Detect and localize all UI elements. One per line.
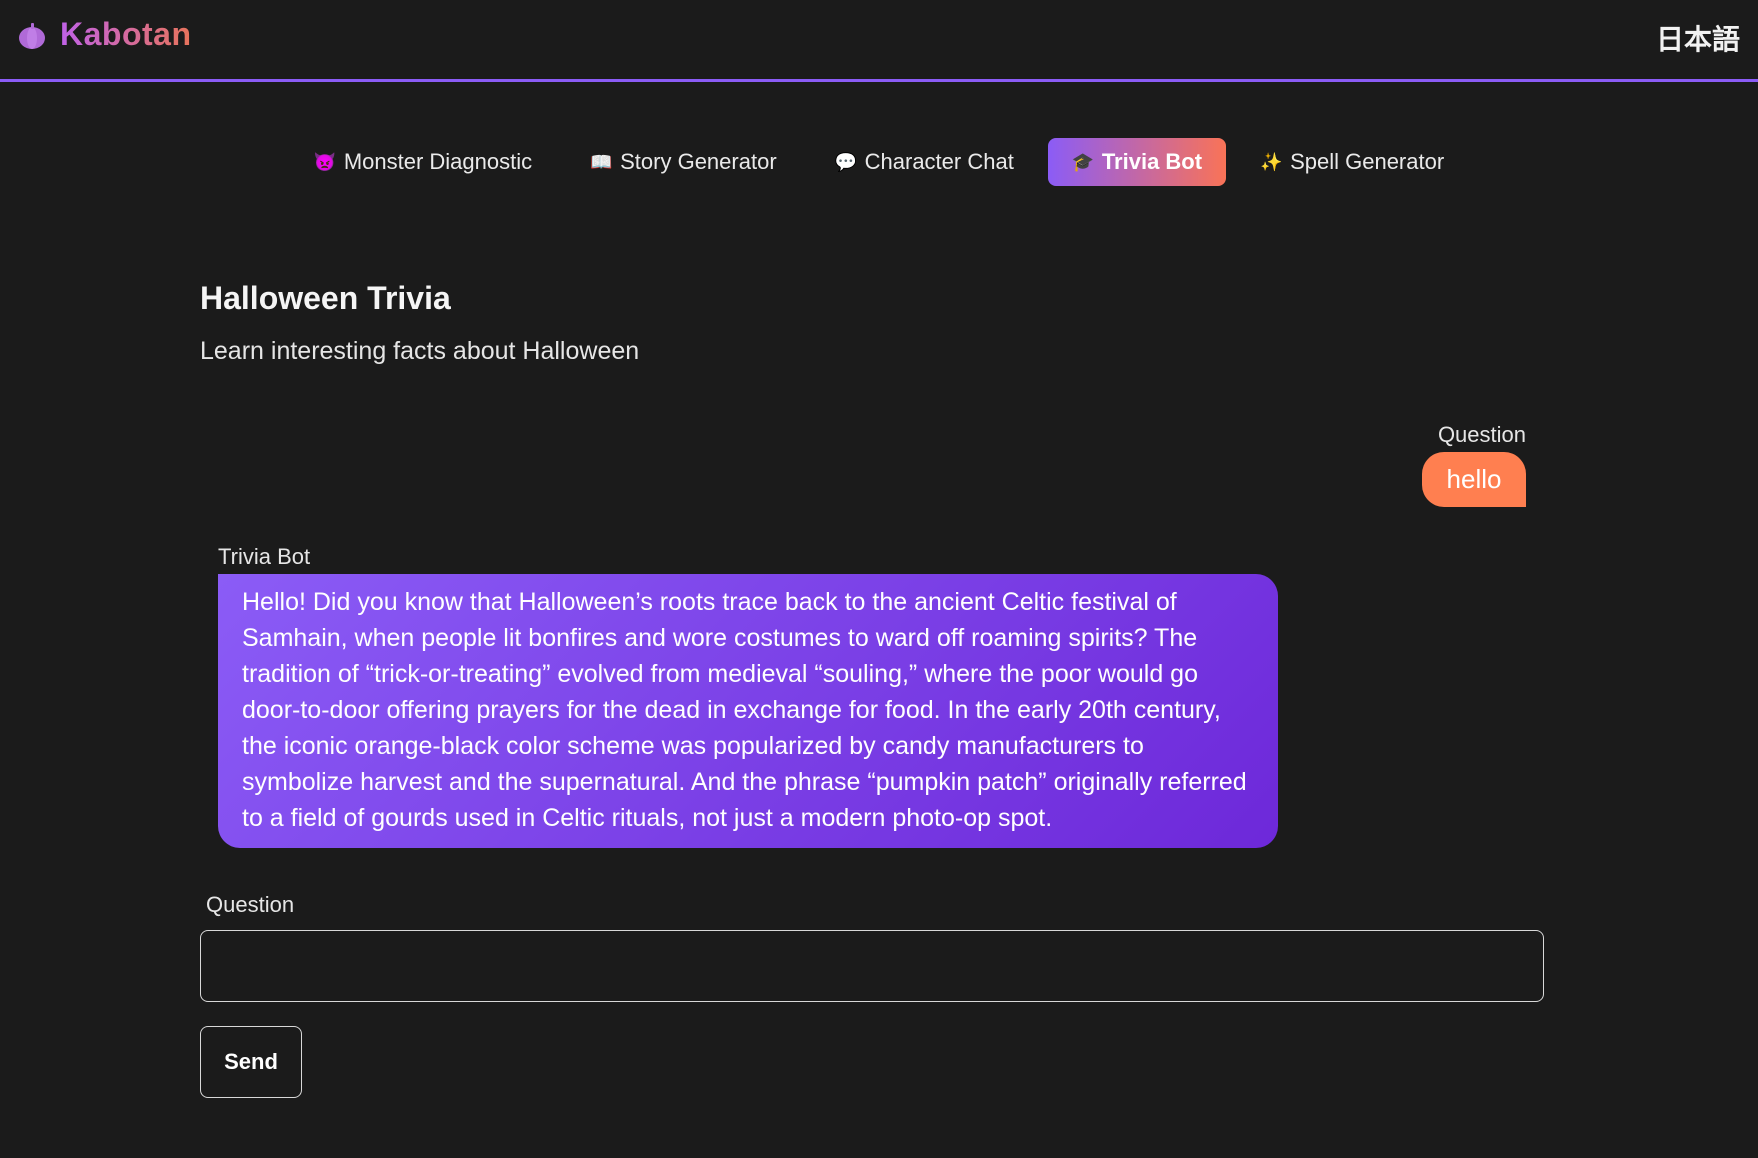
bot-message: Trivia Bot Hello! Did you know that Hall… bbox=[218, 544, 1278, 848]
question-form: Question Send bbox=[200, 892, 1544, 1098]
page-subtitle: Learn interesting facts about Halloween bbox=[200, 337, 640, 365]
page-title: Halloween Trivia bbox=[200, 280, 451, 316]
tab-character-chat[interactable]: 💬 Character Chat bbox=[811, 138, 1038, 186]
tab-story-generator[interactable]: 📖 Story Generator bbox=[566, 138, 801, 186]
pumpkin-icon bbox=[16, 19, 48, 51]
user-message: Question hello bbox=[1422, 422, 1526, 507]
language-toggle-button[interactable]: 日本語 bbox=[1656, 18, 1740, 58]
question-input-label: Question bbox=[206, 892, 295, 917]
speech-bubble-icon: 💬 bbox=[834, 151, 858, 172]
trivia-panel: Halloween Trivia Learn interesting facts… bbox=[200, 280, 1544, 1098]
brand-name: Kabotan bbox=[60, 16, 192, 52]
tab-spell-generator[interactable]: ✨ Spell Generator bbox=[1236, 138, 1468, 186]
tab-label: Character Chat bbox=[864, 149, 1014, 174]
monster-icon: 👿 bbox=[313, 151, 337, 172]
app-header: Kabotan 日本語 bbox=[0, 0, 1758, 82]
tab-label: Story Generator bbox=[620, 149, 777, 174]
tab-label: Spell Generator bbox=[1290, 149, 1445, 174]
tab-label: Monster Diagnostic bbox=[343, 149, 533, 174]
book-icon: 📖 bbox=[590, 151, 613, 172]
sparkles-icon: ✨ bbox=[1260, 151, 1283, 172]
tab-trivia-bot[interactable]: 🎓 Trivia Bot bbox=[1047, 138, 1227, 186]
main-tabs: 👿 Monster Diagnostic 📖 Story Generator 💬… bbox=[0, 138, 1758, 186]
user-message-label: Question bbox=[1437, 422, 1526, 447]
graduation-cap-icon: 🎓 bbox=[1071, 151, 1095, 172]
brand[interactable]: Kabotan bbox=[16, 16, 192, 53]
bot-message-bubble: Hello! Did you know that Halloween’s roo… bbox=[218, 574, 1278, 848]
tab-label: Trivia Bot bbox=[1101, 149, 1203, 174]
bot-message-label: Trivia Bot bbox=[218, 544, 311, 569]
user-message-bubble: hello bbox=[1422, 452, 1526, 507]
send-button[interactable]: Send bbox=[200, 1026, 302, 1098]
question-input[interactable] bbox=[200, 930, 1544, 1002]
tab-monster-diagnostic[interactable]: 👿 Monster Diagnostic bbox=[290, 138, 556, 186]
